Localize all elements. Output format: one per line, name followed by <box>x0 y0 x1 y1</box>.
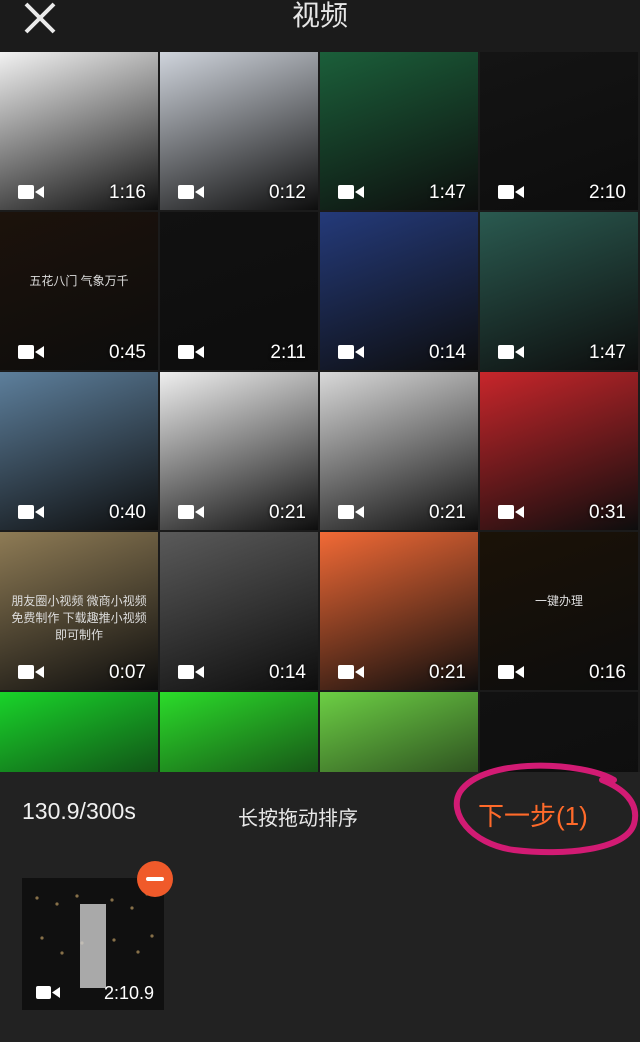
video-duration: 0:21 <box>269 502 306 523</box>
video-camera-icon <box>338 665 364 679</box>
video-duration: 0:12 <box>269 182 306 203</box>
video-camera-icon <box>18 505 44 519</box>
video-tile[interactable]: 0:14 <box>160 532 318 690</box>
video-thumbnail <box>0 692 158 772</box>
video-tile[interactable] <box>160 692 318 772</box>
video-tile[interactable] <box>480 692 638 772</box>
video-tile[interactable]: 0:21 <box>160 372 318 530</box>
video-camera-icon <box>498 505 524 519</box>
video-tile[interactable] <box>0 692 158 772</box>
video-duration: 0:14 <box>429 342 466 363</box>
video-camera-icon <box>338 185 364 199</box>
video-tile[interactable]: 0:40 <box>0 372 158 530</box>
video-camera-icon <box>498 345 524 359</box>
annotation-circle <box>453 762 639 856</box>
thumbnail-overlay-text: 五花八门 气象万千 <box>29 274 129 288</box>
video-camera-icon <box>178 185 204 199</box>
video-duration: 0:16 <box>589 662 626 683</box>
video-tile[interactable]: 一键办理 0:16 <box>480 532 638 690</box>
video-duration: 0:07 <box>109 662 146 683</box>
bottom-bar: 130.9/300s 长按拖动排序 下一步(1) 2:10.9 <box>0 762 640 1042</box>
video-thumbnail <box>160 692 318 772</box>
video-duration: 0:45 <box>109 342 146 363</box>
video-duration: 2:11 <box>270 342 306 363</box>
top-bar: 视频 <box>0 0 640 50</box>
video-camera-icon <box>178 505 204 519</box>
video-camera-icon <box>18 345 44 359</box>
remove-selected-button[interactable] <box>137 861 173 897</box>
selected-duration: 2:10.9 <box>103 983 154 1003</box>
video-camera-icon <box>338 345 364 359</box>
video-camera-icon <box>18 185 44 199</box>
video-tile[interactable]: 0:21 <box>320 532 478 690</box>
video-tile[interactable]: 2:10 <box>480 52 638 210</box>
video-thumbnail <box>320 692 478 772</box>
video-grid[interactable]: 1:16 0:12 1:47 2:10 五花八门 气象万千 0:45 2:11 0:14 1:4… <box>0 52 640 772</box>
video-tile[interactable]: 2:11 <box>160 212 318 370</box>
video-camera-icon <box>498 185 524 199</box>
video-camera-icon <box>36 986 60 999</box>
video-duration: 0:14 <box>269 662 306 683</box>
video-tile[interactable]: 1:47 <box>320 52 478 210</box>
sort-hint: 长按拖动排序 <box>238 808 358 830</box>
video-duration: 1:47 <box>589 342 626 363</box>
video-tile[interactable]: 五花八门 气象万千 0:45 <box>0 212 158 370</box>
used-time: 130.9/300s <box>22 798 136 824</box>
video-tile[interactable]: 朋友圈小视频 微商小视频 免费制作 下载趣推小视频即可制作 0:07 <box>0 532 158 690</box>
video-thumbnail <box>480 692 638 772</box>
thumbnail-overlay-text: 朋友圈小视频 微商小视频 免费制作 下载趣推小视频即可制作 <box>11 594 147 642</box>
video-camera-icon <box>178 345 204 359</box>
video-tile[interactable]: 0:21 <box>320 372 478 530</box>
video-duration: 0:21 <box>429 502 466 523</box>
video-camera-icon <box>178 665 204 679</box>
video-camera-icon <box>498 665 524 679</box>
video-duration: 1:47 <box>429 182 466 203</box>
video-duration: 0:31 <box>589 502 626 523</box>
video-duration: 1:16 <box>109 182 146 203</box>
video-duration: 0:40 <box>109 502 146 523</box>
video-tile[interactable]: 0:31 <box>480 372 638 530</box>
page-title: 视频 <box>291 0 348 31</box>
video-camera-icon <box>338 505 364 519</box>
video-duration: 0:21 <box>429 662 466 683</box>
video-tile[interactable]: 1:47 <box>480 212 638 370</box>
video-tile[interactable]: 0:14 <box>320 212 478 370</box>
video-tile[interactable]: 1:16 <box>0 52 158 210</box>
selected-video-thumbnail[interactable]: 2:10.9 <box>22 878 164 1010</box>
thumbnail-overlay-text: 一键办理 <box>534 594 583 608</box>
video-duration: 2:10 <box>589 182 626 203</box>
video-tile[interactable]: 0:12 <box>160 52 318 210</box>
video-tile[interactable] <box>320 692 478 772</box>
video-camera-icon <box>18 665 44 679</box>
